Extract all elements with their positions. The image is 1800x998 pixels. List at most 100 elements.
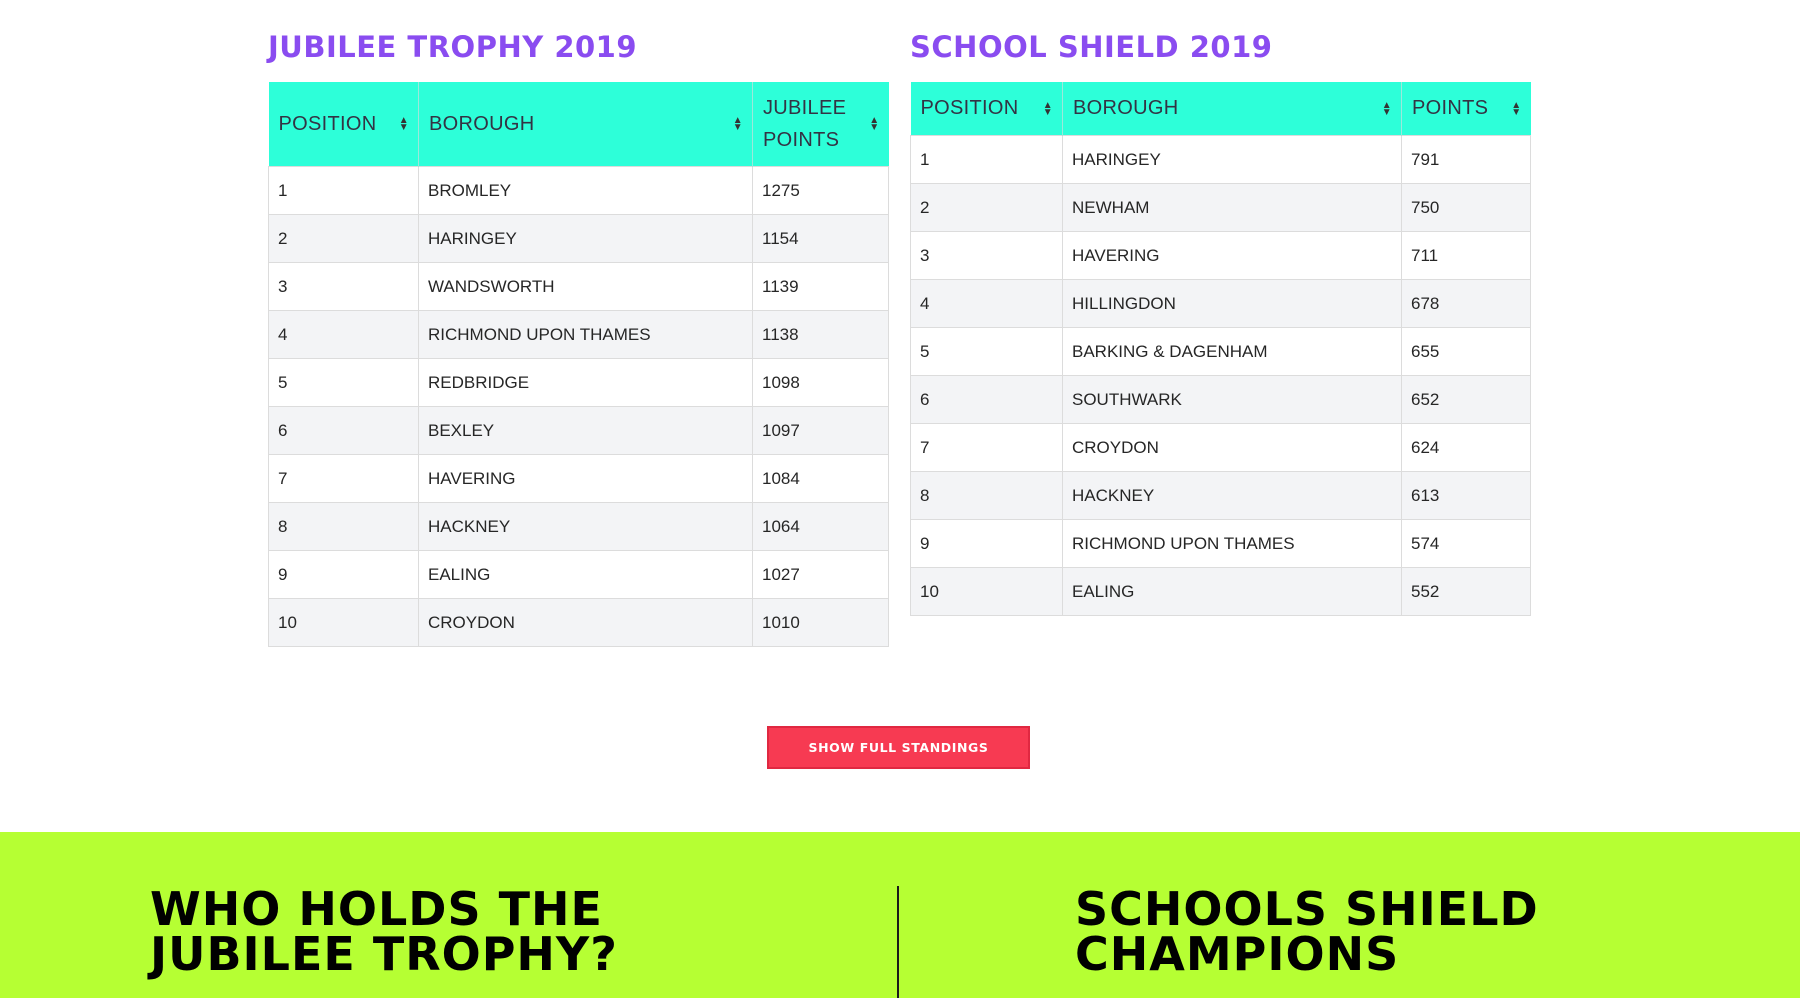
points-cell: 1064 <box>752 502 889 551</box>
column-header-points[interactable]: POINTS ▲ ▼ <box>1401 82 1531 136</box>
column-header-borough[interactable]: BOROUGH ▲ ▼ <box>418 82 753 167</box>
sort-icon[interactable]: ▲ ▼ <box>399 116 409 133</box>
jubilee-standings-table: POSITION ▲ ▼ BOROUGH ▲ ▼ JUBILEE POINTS ▲ ▼… <box>268 82 889 647</box>
points-cell: 1138 <box>752 310 889 359</box>
table-row: 9 EALING 1027 <box>268 550 889 599</box>
sort-icon[interactable]: ▲ ▼ <box>1382 100 1392 117</box>
borough-cell: WANDSWORTH <box>418 262 753 311</box>
position-cell: 7 <box>268 454 419 503</box>
points-cell: 1084 <box>752 454 889 503</box>
points-cell: 574 <box>1401 519 1531 568</box>
borough-cell: CROYDON <box>1062 423 1402 472</box>
column-header-borough[interactable]: BOROUGH ▲ ▼ <box>1062 82 1402 136</box>
points-cell: 652 <box>1401 375 1531 424</box>
table-row: 5 BARKING & DAGENHAM 655 <box>910 327 1531 376</box>
show-full-standings-button[interactable]: SHOW FULL STANDINGS <box>767 726 1030 769</box>
column-header-label: JUBILEE POINTS <box>763 97 847 151</box>
position-cell: 4 <box>268 310 419 359</box>
borough-cell: HARINGEY <box>1062 135 1402 184</box>
points-cell: 1139 <box>752 262 889 311</box>
jubilee-trophy-holder-heading: WHO HOLDS THE JUBILEE TROPHY? <box>150 886 750 977</box>
table-row: 4 RICHMOND UPON THAMES 1138 <box>268 310 889 359</box>
borough-cell: HACKNEY <box>418 502 753 551</box>
sort-icon[interactable]: ▲ ▼ <box>1043 100 1053 117</box>
heading-line: CHAMPIONS <box>1075 927 1400 981</box>
borough-cell: REDBRIDGE <box>418 358 753 407</box>
points-cell: 791 <box>1401 135 1531 184</box>
position-cell: 1 <box>268 166 419 215</box>
borough-cell: CROYDON <box>418 598 753 647</box>
position-cell: 7 <box>910 423 1063 472</box>
table-row: 7 HAVERING 1084 <box>268 454 889 503</box>
position-cell: 10 <box>268 598 419 647</box>
column-header-label: POINTS <box>1412 97 1489 119</box>
table-row: 3 HAVERING 711 <box>910 231 1531 280</box>
sort-icon[interactable]: ▲ ▼ <box>1511 100 1521 117</box>
champions-band: WHO HOLDS THE JUBILEE TROPHY? SCHOOLS SH… <box>0 832 1800 998</box>
borough-cell: SOUTHWARK <box>1062 375 1402 424</box>
table-row: 9 RICHMOND UPON THAMES 574 <box>910 519 1531 568</box>
table-row: 2 HARINGEY 1154 <box>268 214 889 263</box>
borough-cell: BARKING & DAGENHAM <box>1062 327 1402 376</box>
column-header-label: BOROUGH <box>1073 97 1179 119</box>
table-body: 1 BROMLEY 1275 2 HARINGEY 1154 3 WANDSWORTH 11… <box>268 166 889 647</box>
school-shield-standings-table: POSITION ▲ ▼ BOROUGH ▲ ▼ POINTS ▲ ▼ 1 HARING… <box>910 82 1531 616</box>
table-row: 10 EALING 552 <box>910 567 1531 616</box>
position-cell: 6 <box>268 406 419 455</box>
borough-cell: RICHMOND UPON THAMES <box>418 310 753 359</box>
schools-shield-champions-heading: SCHOOLS SHIELD CHAMPIONS <box>1075 886 1675 977</box>
borough-cell: NEWHAM <box>1062 183 1402 232</box>
borough-cell: EALING <box>1062 567 1402 616</box>
position-cell: 4 <box>910 279 1063 328</box>
borough-cell: HAVERING <box>418 454 753 503</box>
points-cell: 1098 <box>752 358 889 407</box>
borough-cell: HACKNEY <box>1062 471 1402 520</box>
column-header-label: POSITION <box>278 113 377 135</box>
table-row: 10 CROYDON 1010 <box>268 598 889 647</box>
position-cell: 2 <box>268 214 419 263</box>
column-header-label: BOROUGH <box>429 113 535 135</box>
column-header-position[interactable]: POSITION ▲ ▼ <box>268 82 419 167</box>
points-cell: 1010 <box>752 598 889 647</box>
position-cell: 3 <box>910 231 1063 280</box>
school-shield-section: SCHOOL SHIELD 2019 POSITION ▲ ▼ BOROUGH ▲… <box>910 22 1531 616</box>
table-header: POSITION ▲ ▼ BOROUGH ▲ ▼ JUBILEE POINTS ▲ ▼ <box>268 82 889 167</box>
table-row: 7 CROYDON 624 <box>910 423 1531 472</box>
borough-cell: EALING <box>418 550 753 599</box>
band-divider <box>897 886 899 998</box>
heading-line: JUBILEE TROPHY? <box>150 927 618 981</box>
position-cell: 6 <box>910 375 1063 424</box>
points-cell: 1154 <box>752 214 889 263</box>
position-cell: 8 <box>268 502 419 551</box>
borough-cell: RICHMOND UPON THAMES <box>1062 519 1402 568</box>
column-header-position[interactable]: POSITION ▲ ▼ <box>910 82 1063 136</box>
table-row: 8 HACKNEY 1064 <box>268 502 889 551</box>
table-row: 1 HARINGEY 791 <box>910 135 1531 184</box>
points-cell: 655 <box>1401 327 1531 376</box>
jubilee-trophy-section: JUBILEE TROPHY 2019 POSITION ▲ ▼ BOROUGH … <box>268 22 889 647</box>
page: JUBILEE TROPHY 2019 POSITION ▲ ▼ BOROUGH … <box>0 0 1800 998</box>
position-cell: 10 <box>910 567 1063 616</box>
position-cell: 5 <box>268 358 419 407</box>
table-row: 6 SOUTHWARK 652 <box>910 375 1531 424</box>
table-row: 6 BEXLEY 1097 <box>268 406 889 455</box>
sort-icon[interactable]: ▲ ▼ <box>869 116 879 133</box>
position-cell: 1 <box>910 135 1063 184</box>
position-cell: 9 <box>268 550 419 599</box>
points-cell: 552 <box>1401 567 1531 616</box>
table-body: 1 HARINGEY 791 2 NEWHAM 750 3 HAVERING 711 4 HI… <box>910 135 1531 616</box>
points-cell: 750 <box>1401 183 1531 232</box>
points-cell: 624 <box>1401 423 1531 472</box>
jubilee-trophy-title: JUBILEE TROPHY 2019 <box>268 30 638 64</box>
school-shield-title: SCHOOL SHIELD 2019 <box>910 30 1273 64</box>
borough-cell: HARINGEY <box>418 214 753 263</box>
table-row: 5 REDBRIDGE 1098 <box>268 358 889 407</box>
table-row: 2 NEWHAM 750 <box>910 183 1531 232</box>
position-cell: 8 <box>910 471 1063 520</box>
points-cell: 678 <box>1401 279 1531 328</box>
table-row: 8 HACKNEY 613 <box>910 471 1531 520</box>
borough-cell: BROMLEY <box>418 166 753 215</box>
column-header-jubilee-points[interactable]: JUBILEE POINTS ▲ ▼ <box>752 82 889 167</box>
borough-cell: HAVERING <box>1062 231 1402 280</box>
sort-icon[interactable]: ▲ ▼ <box>733 116 743 133</box>
